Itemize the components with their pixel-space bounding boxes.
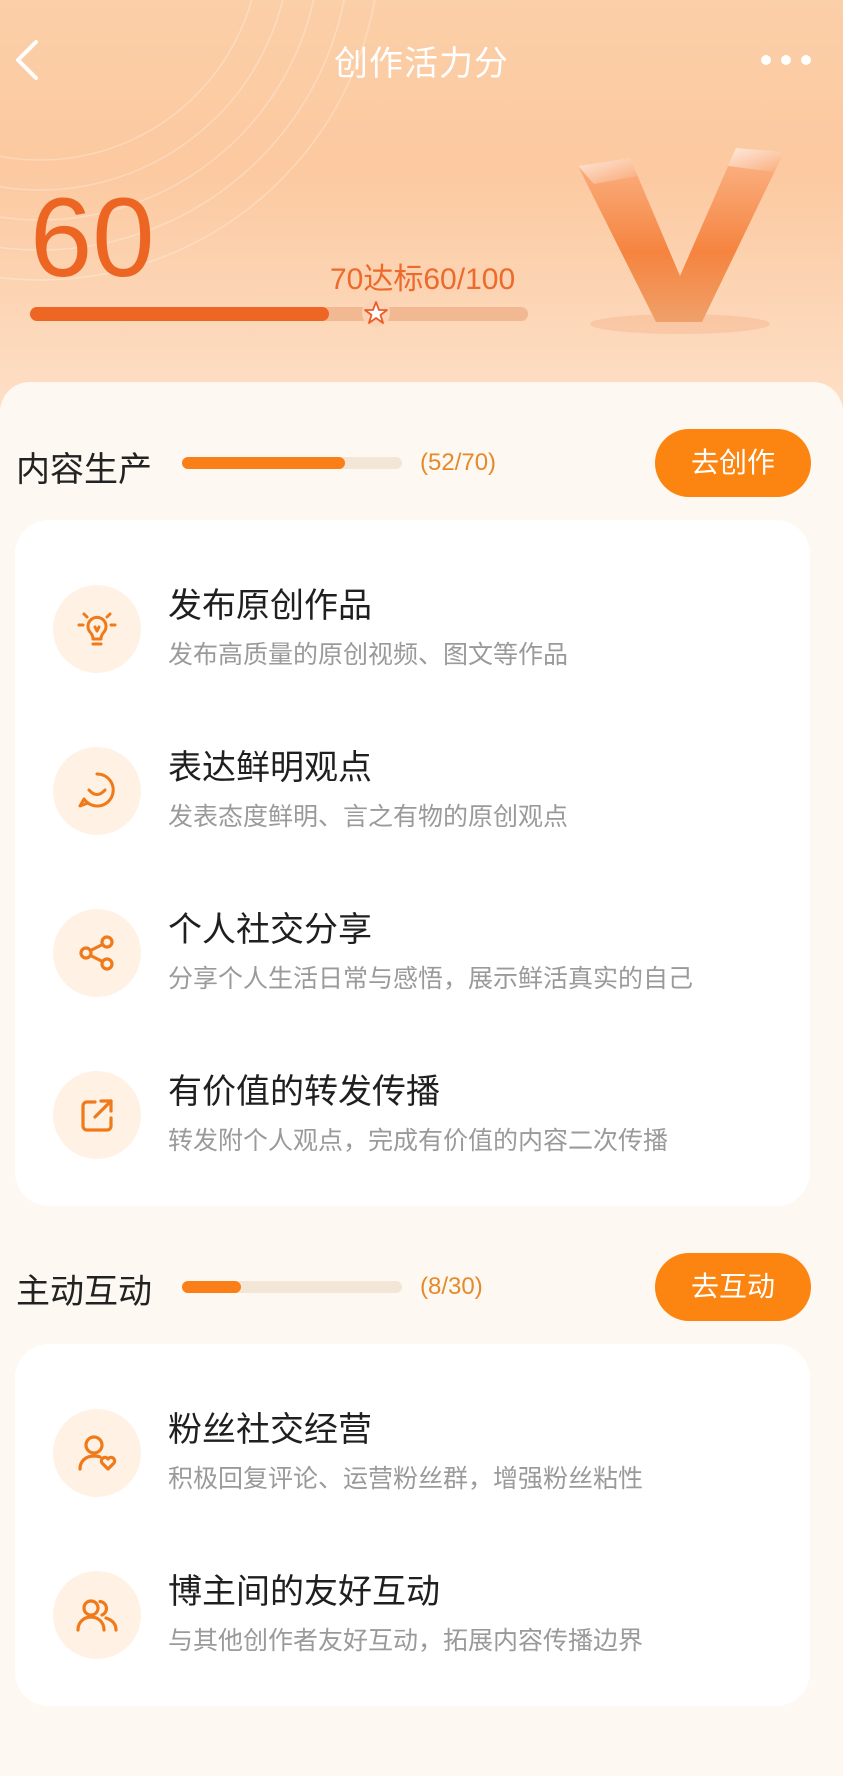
- task-item[interactable]: 个人社交分享 分享个人生活日常与感悟，展示鲜活真实的自己: [15, 884, 810, 1024]
- section-count: (8/30): [420, 1273, 483, 1300]
- task-item[interactable]: 有价值的转发传播 转发附个人观点，完成有价值的内容二次传播: [15, 1046, 810, 1186]
- task-desc: 发表态度鲜明、言之有物的原创观点: [168, 802, 569, 831]
- section-progress-track: [182, 457, 402, 469]
- task-title: 粉丝社交经营: [168, 1410, 372, 1450]
- section-progress-track: [182, 1281, 402, 1293]
- task-desc: 积极回复评论、运营粉丝群，增强粉丝粘性: [168, 1464, 644, 1493]
- task-title: 发布原创作品: [168, 586, 372, 626]
- go-interact-button[interactable]: 去互动: [655, 1253, 811, 1321]
- forward-icon: [53, 1071, 141, 1159]
- section-progress-fill: [182, 1281, 241, 1293]
- task-item[interactable]: 表达鲜明观点 发表态度鲜明、言之有物的原创观点: [15, 722, 810, 862]
- task-title: 表达鲜明观点: [168, 748, 372, 788]
- section-progress-fill: [182, 457, 346, 469]
- task-card-content-production: 发布原创作品 发布高质量的原创视频、图文等作品 表达鲜明观点 发表态度鲜明、言之…: [15, 520, 810, 1206]
- score-progress-track: [30, 307, 528, 321]
- task-title: 博主间的友好互动: [168, 1572, 440, 1612]
- score-target-text: 70达标60/100: [330, 263, 516, 296]
- section-title-active-interaction: 主动互动: [16, 1272, 152, 1312]
- task-item[interactable]: 发布原创作品 发布高质量的原创视频、图文等作品: [15, 560, 810, 700]
- score-value: 60: [30, 175, 155, 300]
- score-progress-fill: [30, 307, 329, 321]
- hero-header: 创作活力分 60 70达标60/100: [0, 0, 843, 420]
- task-title: 个人社交分享: [168, 910, 372, 950]
- go-create-button[interactable]: 去创作: [655, 429, 811, 497]
- users-icon: [53, 1571, 141, 1659]
- task-desc: 与其他创作者友好互动，拓展内容传播边界: [168, 1626, 644, 1655]
- section-title-content-production: 内容生产: [16, 450, 152, 490]
- page-title: 创作活力分: [334, 44, 509, 84]
- section-count: (52/70): [420, 449, 497, 476]
- v-badge-icon: [578, 148, 784, 334]
- lightbulb-icon: [53, 585, 141, 673]
- more-dots-icon[interactable]: [756, 40, 816, 80]
- task-card-active-interaction: 粉丝社交经营 积极回复评论、运营粉丝群，增强粉丝粘性 博主间的友好互动 与其他创…: [15, 1344, 810, 1706]
- user-heart-icon: [53, 1409, 141, 1497]
- task-desc: 发布高质量的原创视频、图文等作品: [168, 640, 569, 669]
- smile-chat-icon: [53, 747, 141, 835]
- share-icon: [53, 909, 141, 997]
- task-title: 有价值的转发传播: [168, 1072, 440, 1112]
- task-desc: 分享个人生活日常与感悟，展示鲜活真实的自己: [168, 964, 694, 993]
- task-item[interactable]: 粉丝社交经营 积极回复评论、运营粉丝群，增强粉丝粘性: [15, 1384, 810, 1524]
- task-desc: 转发附个人观点，完成有价值的内容二次传播: [168, 1126, 669, 1155]
- task-item[interactable]: 博主间的友好互动 与其他创作者友好互动，拓展内容传播边界: [15, 1546, 810, 1686]
- target-star-icon: [362, 299, 390, 327]
